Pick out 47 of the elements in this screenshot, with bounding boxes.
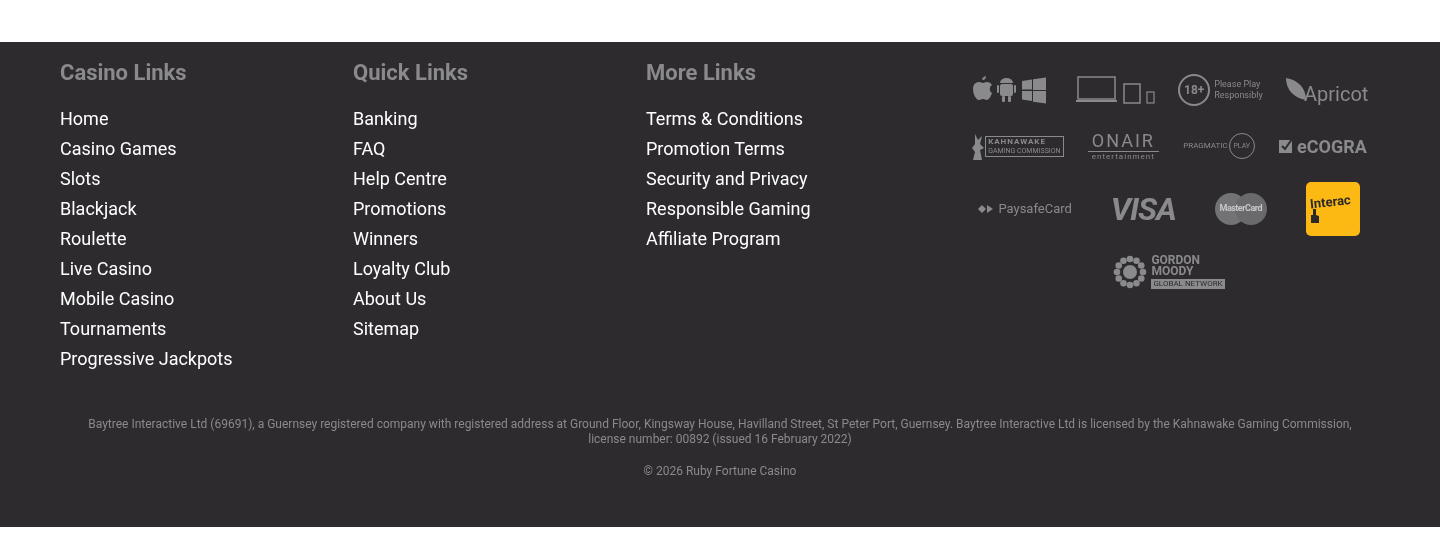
column-heading: Casino Links: [60, 59, 188, 87]
footer-link[interactable]: Roulette: [60, 224, 127, 254]
footer-link[interactable]: Casino Games: [60, 134, 177, 164]
footer-link[interactable]: Responsible Gaming: [646, 194, 811, 224]
footer-link[interactable]: Affiliate Program: [646, 224, 781, 254]
footer-link[interactable]: Home: [60, 104, 109, 134]
apricot-logo-text: Apricot: [1304, 81, 1369, 108]
copyright-text: © 2026 Ruby Fortune Casino: [642, 463, 798, 480]
column-heading: More Links: [646, 59, 757, 87]
footer-link[interactable]: Mobile Casino: [60, 284, 175, 314]
age-badge: 18+: [1178, 74, 1211, 106]
footer-link[interactable]: Banking: [353, 104, 418, 134]
footer-link[interactable]: Promotions: [353, 194, 447, 224]
interac-text: Interac: [1308, 192, 1352, 212]
footer-link[interactable]: Sitemap: [353, 314, 420, 344]
entertainment-text: entertainment: [1091, 152, 1155, 161]
footer-link[interactable]: Loyalty Club: [353, 254, 451, 284]
column-heading: Quick Links: [353, 59, 470, 87]
diamond-arrows-icon: [978, 204, 995, 214]
footer-link[interactable]: Security and Privacy: [646, 164, 808, 194]
global-network-text: GLOBAL NETWORK: [1151, 279, 1225, 289]
visa-logo-text: VISA: [1110, 189, 1176, 230]
footer-link[interactable]: About Us: [353, 284, 427, 314]
responsible-text: Please Play: [1214, 79, 1262, 90]
onair-text: ONAIR: [1087, 131, 1159, 152]
pragmatic-text: PRAGMATIC: [1183, 140, 1228, 152]
paysafecard-logo-text: PaysafeCard: [998, 200, 1072, 219]
footer-link[interactable]: Progressive Jackpots: [60, 344, 233, 374]
checkbox-icon: [1279, 138, 1293, 154]
mastercard-text: MasterCard: [1218, 202, 1263, 216]
footer-link[interactable]: Promotion Terms: [646, 134, 785, 164]
gordon-moody-text: MOODY: [1151, 266, 1195, 277]
footer-link[interactable]: Winners: [353, 224, 419, 254]
footer-link[interactable]: Tournaments: [60, 314, 167, 344]
responsible-text: Responsibly: [1214, 90, 1263, 101]
footer-link[interactable]: Slots: [60, 164, 101, 194]
kahnawake-text: KAHNAWAKE: [988, 136, 1047, 147]
ecogra-logo-text: eCOGRA: [1297, 134, 1367, 159]
footer-link[interactable]: Blackjack: [60, 194, 137, 224]
footer-link[interactable]: Live Casino: [60, 254, 153, 284]
footer-link[interactable]: Terms & Conditions: [646, 104, 803, 134]
legal-notice: Baytree Interactive Ltd (69691), a Guernsey registered company with registered address at Ground Floor, Kingsway House, Havilland Street, St Peter Port, Guernsey. Baytree Interactive Ltd is licensed by the Kahnawake Gaming Commission, license number: 00892 (issued 16 February 2022): [87, 417, 1353, 447]
sunburst-icon: [1113, 255, 1148, 289]
hand-icon: [1309, 209, 1320, 223]
footer-link[interactable]: Help Centre: [353, 164, 447, 194]
gordon-moody-text: GORDON: [1151, 255, 1202, 266]
footer-link[interactable]: FAQ: [353, 134, 386, 164]
